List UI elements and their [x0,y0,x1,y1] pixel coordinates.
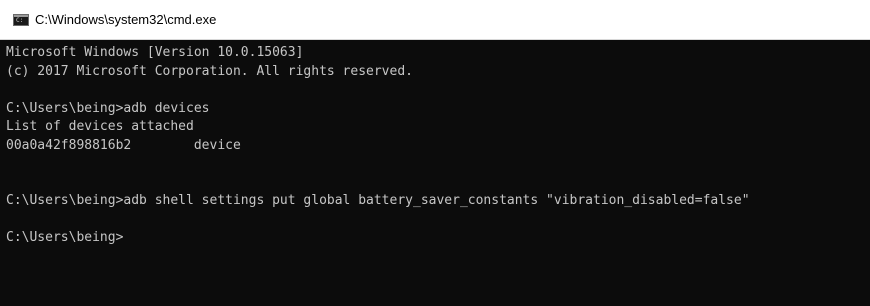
console-line-prompt[interactable]: C:\Users\being> [6,229,870,248]
console-line-command: C:\Users\being>adb shell settings put gl… [6,193,750,208]
console-line-copyright: (c) 2017 Microsoft Corporation. All righ… [6,63,413,79]
console-line-command: C:\Users\being>adb devices [6,100,210,116]
console-line-output: List of devices attached [6,119,194,134]
console-output[interactable]: Microsoft Windows [Version 10.0.15063] (… [0,40,870,306]
cmd-console-icon[interactable]: C: [13,13,29,26]
cmd-window: C: C:\Windows\system32\cmd.exe Microsoft… [0,0,870,306]
console-line-version: Microsoft Windows [Version 10.0.15063] [6,45,304,60]
console-line-device: 00a0a42f898816b2 device [6,137,241,153]
window-title: C:\Windows\system32\cmd.exe [35,12,217,27]
title-bar[interactable]: C: C:\Windows\system32\cmd.exe [0,0,870,40]
